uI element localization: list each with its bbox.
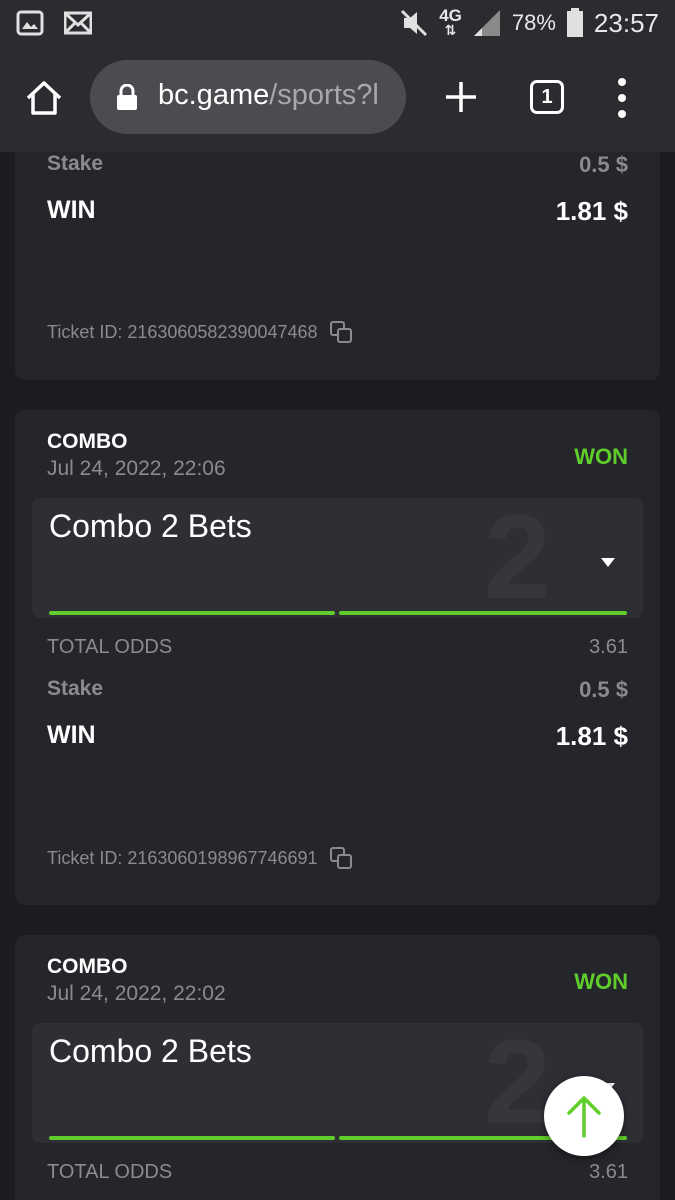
copy-icon[interactable] [329,321,352,343]
battery-percent: 78% [511,10,556,35]
bet-date: Jul 24, 2022, 22:06 [47,457,226,480]
total-odds-label: TOTAL ODDS [47,1161,173,1183]
url-text: bc.game/sports?l [158,79,379,111]
battery-icon [566,8,583,37]
bet-ticket-card: COMBO Jul 24, 2022, 22:06 WON 2 Combo 2 … [15,410,660,905]
address-bar[interactable]: bc.game/sports?l [90,60,406,134]
combo-count-watermark: 2 [484,1023,551,1143]
status-badge: WON [574,444,628,469]
win-value: 1.81 $ [555,196,628,226]
status-badge: WON [574,969,628,994]
more-menu-icon[interactable] [614,76,630,120]
clock: 23:57 [593,7,659,38]
mute-icon [401,9,428,37]
win-label: WIN [47,196,96,224]
combo-name: Combo 2 Bets [49,1033,252,1069]
copy-icon[interactable] [329,847,352,869]
bet-type: COMBO [47,955,128,978]
total-odds-value: 3.61 [589,1161,628,1183]
leg-status-bar [339,611,627,615]
lock-icon [117,84,137,110]
mail-icon [64,11,92,35]
ticket-id: Ticket ID: 2163060198967746691 [47,847,352,869]
bet-date: Jul 24, 2022, 22:02 [47,982,226,1005]
gallery-icon [16,10,44,36]
bet-ticket-card: Stake 0.5 $ WIN 1.81 $ Ticket ID: 216306… [15,152,660,380]
signal-icon [473,10,500,36]
stake-label: Stake [47,677,104,700]
scroll-to-top-button[interactable] [544,1076,624,1156]
win-label: WIN [47,721,96,749]
network-type: 4G ⇅ [439,6,462,38]
combo-count-watermark: 2 [484,498,551,618]
leg-status-bar [49,1136,335,1140]
stake-label: Stake [47,152,104,175]
bet-ticket-card: COMBO Jul 24, 2022, 22:02 WON 2 Combo 2 … [15,935,660,1200]
total-odds-value: 3.61 [589,636,628,658]
tab-switcher-button[interactable]: 1 [530,80,564,114]
total-odds-label: TOTAL ODDS [47,636,173,658]
win-value: 1.81 $ [555,721,628,751]
combo-dropdown[interactable]: 2 Combo 2 Bets [32,498,643,618]
combo-name: Combo 2 Bets [49,508,252,544]
status-bar: 4G ⇅ 78% 23:57 [0,0,675,48]
stake-value: 0.5 $ [579,152,628,177]
stake-value: 0.5 $ [579,677,628,702]
arrow-up-icon [567,1096,601,1138]
bet-history-list[interactable]: Stake 0.5 $ WIN 1.81 $ Ticket ID: 216306… [0,152,675,1200]
bet-type: COMBO [47,430,128,453]
ticket-id: Ticket ID: 2163060582390047468 [47,321,352,343]
new-tab-icon[interactable] [442,78,480,116]
browser-toolbar: bc.game/sports?l 1 [0,48,675,152]
chevron-down-icon[interactable] [601,558,615,567]
home-icon[interactable] [24,78,64,118]
leg-status-bar [49,611,335,615]
